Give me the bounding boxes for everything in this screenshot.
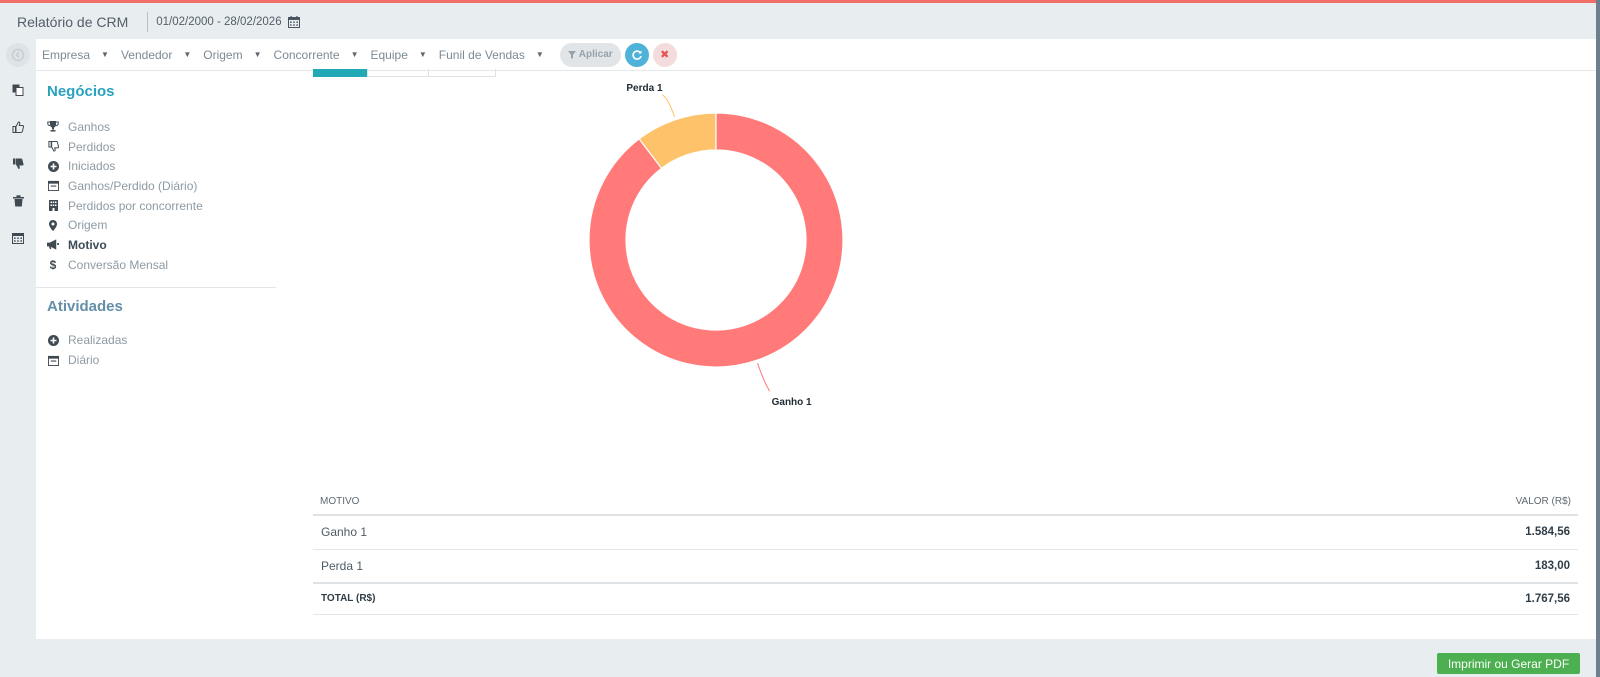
page-title: Relatório de CRM <box>17 14 129 30</box>
donut-data-label: Ganho 1 <box>772 397 812 408</box>
thumbs-up-icon[interactable] <box>11 120 25 134</box>
sidebar-item-label: Motivo <box>68 237 107 252</box>
map-marker-icon <box>47 219 59 231</box>
filter-icon <box>567 50 576 59</box>
filter-label: Empresa <box>42 47 91 62</box>
plus-circle-icon <box>47 160 59 172</box>
caret-down-icon: ▼ <box>535 50 544 59</box>
top-accent-bar <box>0 0 1600 3</box>
refresh-button[interactable] <box>624 42 649 67</box>
sidebar-item-ganhos[interactable]: Ganhos <box>47 117 276 137</box>
sidebar-item-perdidos-por-concorrente[interactable]: Perdidos por concorrente <box>47 196 276 216</box>
section-title-negocios: Negócios <box>47 83 115 100</box>
caret-down-icon: ▼ <box>183 50 192 59</box>
filter-equipe[interactable]: Equipe ▼ <box>371 48 431 62</box>
donut-chart: Perda 1 Ganho 1 <box>276 71 1596 481</box>
sidebar-item-diario[interactable]: Diário <box>47 350 276 370</box>
filter-label: Origem <box>203 47 243 62</box>
left-icon-rail <box>0 39 36 639</box>
calendar-icon[interactable] <box>11 231 25 245</box>
date-range-value[interactable]: 01/02/2000 - 28/02/2026 <box>156 16 281 28</box>
caret-down-icon: ▼ <box>253 50 262 59</box>
sidebar-item-iniciados[interactable]: Iniciados <box>47 156 276 176</box>
filter-vendedor[interactable]: Vendedor ▼ <box>121 48 195 62</box>
sidebar-divider <box>36 286 276 288</box>
sidebar-item-label: Perdidos <box>68 139 116 154</box>
sidebar-item-conversao-mensal[interactable]: $ Conversão Mensal <box>47 255 276 275</box>
filter-label: Concorrente <box>273 47 340 62</box>
sidebar-item-label: Diário <box>68 353 100 368</box>
print-pdf-button[interactable]: Imprimir ou Gerar PDF <box>1437 653 1580 674</box>
copy-icon[interactable] <box>11 83 25 97</box>
report-sidebar: Negócios Ganhos Perdidos Iniciados Ganho… <box>36 71 276 639</box>
column-header-motivo[interactable]: MOTIVO <box>313 489 951 516</box>
section-title-atividades: Atividades <box>47 297 123 315</box>
apply-button[interactable]: Aplicar <box>559 42 621 67</box>
report-content: Perda 1 Ganho 1 MOTIVO VALOR (R$) Ganho 1… <box>276 69 1596 639</box>
filter-funil-de-vendas[interactable]: Funil de Vendas ▼ <box>439 48 548 62</box>
cell-valor: 1.584,56 <box>950 515 1578 550</box>
sidebar-item-label: Iniciados <box>68 159 116 174</box>
cell-motivo: Ganho 1 <box>313 515 951 550</box>
apply-button-label: Aplicar <box>578 49 613 60</box>
building-icon <box>47 200 59 212</box>
sidebar-item-realizadas[interactable]: Realizadas <box>47 331 276 351</box>
trophy-icon <box>47 121 59 133</box>
thumbs-down-icon <box>47 141 59 153</box>
sidebar-item-label: Ganhos/Perdido (Diário) <box>68 178 198 193</box>
caret-down-icon: ▼ <box>418 50 427 59</box>
sidebar-item-label: Ganhos <box>68 119 111 134</box>
table-row: Perda 1 183,00 <box>313 549 1578 584</box>
caret-down-icon: ▼ <box>101 50 109 59</box>
filter-origem[interactable]: Origem ▼ <box>203 48 265 62</box>
calendar-icon[interactable] <box>287 16 300 28</box>
close-icon: ✖ <box>660 49 670 61</box>
filter-label: Equipe <box>370 47 408 62</box>
donut-data-label: Perda 1 <box>626 83 663 94</box>
plus-circle-icon <box>47 334 59 346</box>
thumbs-down-icon[interactable] <box>11 157 25 171</box>
column-header-valor[interactable]: VALOR (R$) <box>950 489 1578 516</box>
dollar-icon: $ <box>49 257 57 272</box>
sidebar-item-label: Perdidos por concorrente <box>68 198 203 213</box>
cell-valor: 183,00 <box>950 549 1578 584</box>
table-row: Ganho 1 1.584,56 <box>313 515 1578 550</box>
calendar-icon <box>47 354 59 366</box>
sidebar-item-label: Origem <box>68 218 108 233</box>
motivo-table: MOTIVO VALOR (R$) Ganho 1 1.584,56 Perda… <box>313 489 1578 615</box>
table-total-row: TOTAL (R$) 1.767,56 <box>313 582 1578 615</box>
label-leader-line <box>662 94 675 117</box>
calendar-icon <box>47 180 59 192</box>
donut-slice-ganho-1[interactable] <box>588 112 844 368</box>
filter-empresa[interactable]: Empresa ▼ <box>42 48 113 62</box>
total-label: TOTAL (R$) <box>313 582 951 615</box>
refresh-icon <box>632 49 642 60</box>
filter-bar: Empresa ▼ Vendedor ▼ Origem ▼ Concorrente ▼ … <box>36 39 1596 71</box>
trash-icon[interactable] <box>11 194 25 208</box>
total-value: 1.767,56 <box>950 582 1578 615</box>
cell-motivo: Perda 1 <box>313 549 951 584</box>
filter-label: Vendedor <box>120 47 173 62</box>
caret-down-icon: ▼ <box>350 50 359 59</box>
sidebar-item-ganhos-perdido-diario[interactable]: Ganhos/Perdido (Diário) <box>47 176 276 196</box>
table-header-row: MOTIVO VALOR (R$) <box>313 489 1578 516</box>
report-header: Relatório de CRM 01/02/2000 - 28/02/2026 <box>0 5 1596 39</box>
sidebar-item-label: Realizadas <box>68 333 128 348</box>
header-divider <box>147 12 149 32</box>
sidebar-item-motivo[interactable]: Motivo <box>47 235 276 255</box>
filter-concorrente[interactable]: Concorrente ▼ <box>274 48 363 62</box>
sidebar-item-label: Conversão Mensal <box>68 257 169 272</box>
bullhorn-icon <box>47 239 59 251</box>
clear-filters-button[interactable]: ✖ <box>652 42 677 67</box>
sidebar-item-origem[interactable]: Origem <box>47 215 276 235</box>
label-leader-line <box>757 363 771 392</box>
filter-label: Funil de Vendas <box>438 47 525 62</box>
sidebar-toggle-icon[interactable] <box>6 43 30 67</box>
window-scrollbar[interactable] <box>1596 0 1600 677</box>
sidebar-item-perdidos[interactable]: Perdidos <box>47 137 276 157</box>
